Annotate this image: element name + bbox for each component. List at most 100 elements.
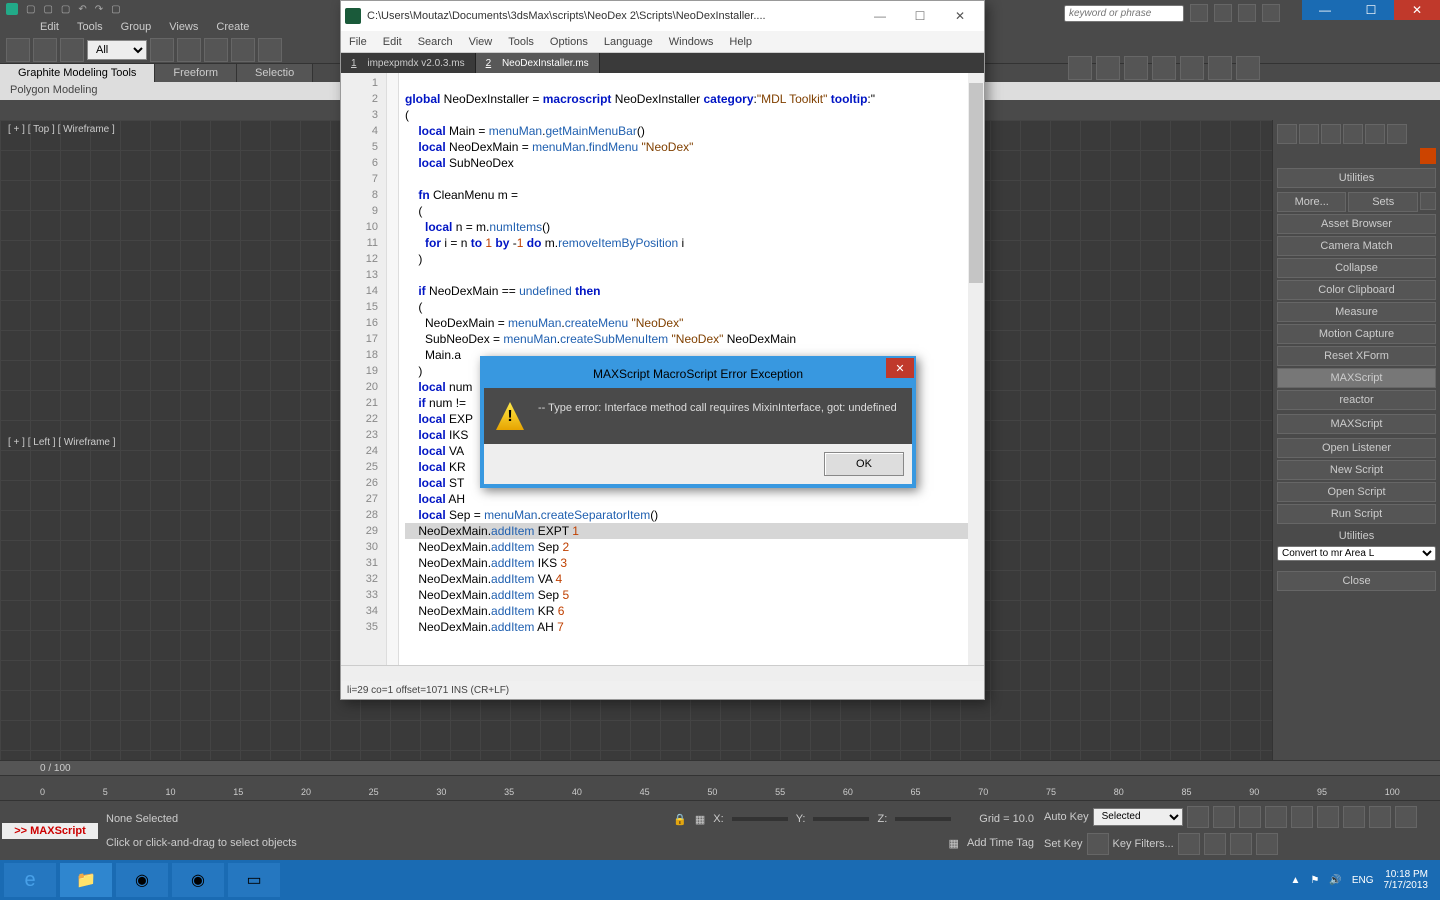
time-ruler[interactable]: 0510152025303540455055606570758085909510… bbox=[0, 775, 1440, 797]
utilities-rollout-header[interactable]: Utilities bbox=[1277, 168, 1436, 188]
menu-edit[interactable]: Edit bbox=[40, 21, 59, 33]
color-swatch-icon[interactable] bbox=[1420, 148, 1436, 164]
hierarchy-panel-icon[interactable] bbox=[1321, 124, 1341, 144]
render-setup-icon[interactable] bbox=[1068, 56, 1092, 80]
taskbar-chrome-icon[interactable]: ◉ bbox=[116, 863, 168, 897]
viewport-label-left[interactable]: [ + ] [ Left ] [ Wireframe ] bbox=[4, 435, 120, 450]
link-tool-icon[interactable] bbox=[6, 38, 30, 62]
run-script-button[interactable]: Run Script bbox=[1277, 504, 1436, 524]
display-panel-icon[interactable] bbox=[1365, 124, 1385, 144]
snap-icon[interactable]: ▦ bbox=[695, 813, 705, 826]
se-menu-help[interactable]: Help bbox=[729, 36, 752, 48]
script-editor-close-button[interactable]: ✕ bbox=[940, 5, 980, 27]
x-field[interactable] bbox=[732, 817, 788, 821]
collapse-button[interactable]: Collapse bbox=[1277, 258, 1436, 278]
timeline[interactable]: 0 / 100 05101520253035404550556065707580… bbox=[0, 760, 1440, 800]
time-tag-icon[interactable]: ▦ bbox=[949, 837, 959, 850]
nav-8-icon[interactable] bbox=[1256, 833, 1278, 855]
bind-tool-icon[interactable] bbox=[60, 38, 84, 62]
tab-selection[interactable]: Selectio bbox=[237, 64, 313, 82]
clock[interactable]: 10:18 PM 7/17/2013 bbox=[1384, 869, 1429, 891]
nav-6-icon[interactable] bbox=[1204, 833, 1226, 855]
motion-capture-button[interactable]: Motion Capture bbox=[1277, 324, 1436, 344]
redo-icon[interactable]: ↷ bbox=[95, 4, 103, 15]
app-icon[interactable] bbox=[6, 3, 18, 15]
horizontal-scrollbar[interactable] bbox=[341, 665, 984, 681]
help-icon[interactable] bbox=[1262, 4, 1280, 22]
error-dialog-close-button[interactable]: ✕ bbox=[886, 358, 914, 378]
open-icon[interactable]: ▢ bbox=[43, 4, 52, 15]
open-script-button[interactable]: Open Script bbox=[1277, 482, 1436, 502]
y-field[interactable] bbox=[813, 817, 869, 821]
taskbar-ie-icon[interactable]: e bbox=[4, 863, 56, 897]
goto-end-icon[interactable] bbox=[1291, 806, 1313, 828]
tab-freeform[interactable]: Freeform bbox=[155, 64, 237, 82]
new-icon[interactable]: ▢ bbox=[26, 4, 35, 15]
fold-gutter[interactable] bbox=[387, 73, 399, 665]
curve-editor-icon[interactable] bbox=[1180, 56, 1204, 80]
save-icon[interactable]: ▢ bbox=[61, 4, 70, 15]
ok-button[interactable]: OK bbox=[824, 452, 904, 476]
script-editor-titlebar[interactable]: C:\Users\Moutaz\Documents\3dsMax\scripts… bbox=[341, 1, 984, 31]
teapot-icon[interactable] bbox=[1236, 56, 1260, 80]
nav-2-icon[interactable] bbox=[1343, 806, 1365, 828]
select-name-tool-icon[interactable] bbox=[177, 38, 201, 62]
se-menu-windows[interactable]: Windows bbox=[669, 36, 714, 48]
set-key-button[interactable]: Set Key bbox=[1044, 838, 1083, 850]
reset-xform-button[interactable]: Reset XForm bbox=[1277, 346, 1436, 366]
link-icon[interactable]: ▢ bbox=[111, 4, 120, 15]
new-script-button[interactable]: New Script bbox=[1277, 460, 1436, 480]
nav-3-icon[interactable] bbox=[1369, 806, 1391, 828]
maxscript-rollout-header[interactable]: MAXScript bbox=[1277, 414, 1436, 434]
se-menu-search[interactable]: Search bbox=[418, 36, 453, 48]
motion-panel-icon[interactable] bbox=[1343, 124, 1363, 144]
wrench-icon[interactable] bbox=[1214, 4, 1232, 22]
measure-button[interactable]: Measure bbox=[1277, 302, 1436, 322]
time-slider[interactable]: 0 / 100 bbox=[0, 761, 1440, 775]
error-dialog-titlebar[interactable]: MAXScript MacroScript Error Exception ✕ bbox=[484, 360, 912, 388]
camera-match-button[interactable]: Camera Match bbox=[1277, 236, 1436, 256]
sets-config-icon[interactable] bbox=[1420, 192, 1436, 210]
close-button[interactable]: ✕ bbox=[1394, 0, 1440, 20]
nav-4-icon[interactable] bbox=[1395, 806, 1417, 828]
unlink-tool-icon[interactable] bbox=[33, 38, 57, 62]
rendered-frame-icon[interactable] bbox=[1096, 56, 1120, 80]
key-icon[interactable] bbox=[1087, 833, 1109, 855]
viewport-label-top[interactable]: [ + ] [ Top ] [ Wireframe ] bbox=[4, 122, 119, 137]
nav-5-icon[interactable] bbox=[1178, 833, 1200, 855]
script-editor-minimize-button[interactable]: — bbox=[860, 5, 900, 27]
taskbar-chrome-icon-2[interactable]: ◉ bbox=[172, 863, 224, 897]
taskbar-window-icon[interactable]: ▭ bbox=[228, 863, 280, 897]
rectangle-select-icon[interactable] bbox=[204, 38, 228, 62]
script-editor-maximize-button[interactable]: ☐ bbox=[900, 5, 940, 27]
tab-graphite-modeling[interactable]: Graphite Modeling Tools bbox=[0, 64, 155, 82]
open-listener-button[interactable]: Open Listener bbox=[1277, 438, 1436, 458]
goto-start-icon[interactable] bbox=[1187, 806, 1209, 828]
menu-tools[interactable]: Tools bbox=[77, 21, 103, 33]
key-mode-dropdown[interactable]: Selected bbox=[1093, 808, 1183, 826]
se-menu-view[interactable]: View bbox=[469, 36, 493, 48]
nav-7-icon[interactable] bbox=[1230, 833, 1252, 855]
utilities-panel-icon[interactable] bbox=[1387, 124, 1407, 144]
tray-flag-icon[interactable]: ⚑ bbox=[1310, 875, 1319, 886]
se-menu-edit[interactable]: Edit bbox=[383, 36, 402, 48]
prev-frame-icon[interactable] bbox=[1213, 806, 1235, 828]
window-crossing-icon[interactable] bbox=[231, 38, 255, 62]
z-field[interactable] bbox=[895, 817, 951, 821]
selection-filter-dropdown[interactable]: All bbox=[87, 40, 147, 60]
se-menu-file[interactable]: File bbox=[349, 36, 367, 48]
scrollbar-thumb[interactable] bbox=[969, 83, 983, 283]
menu-views[interactable]: Views bbox=[169, 21, 198, 33]
next-frame-icon[interactable] bbox=[1265, 806, 1287, 828]
utilities-dropdown[interactable]: Convert to mr Area L bbox=[1277, 546, 1436, 561]
create-panel-icon[interactable] bbox=[1277, 124, 1297, 144]
modify-panel-icon[interactable] bbox=[1299, 124, 1319, 144]
script-editor-window[interactable]: C:\Users\Moutaz\Documents\3dsMax\scripts… bbox=[340, 0, 985, 700]
lock-icon[interactable]: 🔒 bbox=[673, 813, 687, 826]
search-input[interactable] bbox=[1064, 5, 1184, 22]
asset-browser-button[interactable]: Asset Browser bbox=[1277, 214, 1436, 234]
reactor-button[interactable]: reactor bbox=[1277, 390, 1436, 410]
se-menu-language[interactable]: Language bbox=[604, 36, 653, 48]
close-utility-button[interactable]: Close bbox=[1277, 571, 1436, 591]
undo-icon[interactable]: ↶ bbox=[78, 4, 86, 15]
